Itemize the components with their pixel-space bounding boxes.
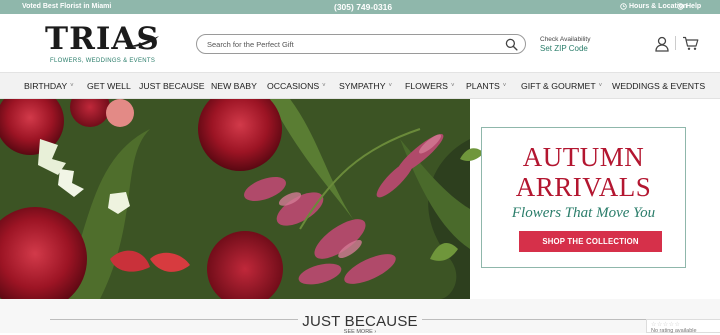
- nav-item-plants[interactable]: PLANTS ˅: [466, 81, 506, 91]
- check-availability-label: Check Availability: [540, 36, 591, 43]
- top-bar: Voted Best Florist in Miami (305) 749-03…: [0, 0, 720, 14]
- nav-label: GIFT & GOURMET: [521, 81, 596, 91]
- nav-label: PLANTS: [466, 81, 500, 91]
- promo-subtitle: Flowers That Move You: [511, 205, 656, 221]
- nav-label: JUST BECAUSE: [139, 81, 205, 91]
- nav-label: FLOWERS: [405, 81, 448, 91]
- logo-swoosh-icon: [127, 36, 159, 47]
- see-more-link[interactable]: SEE MORE ›: [300, 329, 420, 335]
- rating-text: No rating available: [651, 328, 697, 334]
- nav-item-birthday[interactable]: BIRTHDAY ˅: [24, 81, 74, 91]
- chevron-down-icon: ˅: [70, 83, 74, 89]
- nav-item-gift-gourmet[interactable]: GIFT & GOURMET ˅: [521, 81, 602, 91]
- header-divider: [675, 36, 676, 50]
- main-nav: BIRTHDAY ˅ GET WELL JUST BECAUSE NEW BABY…: [0, 73, 720, 99]
- nav-item-occasions[interactable]: OCCASIONS ˅: [267, 81, 326, 91]
- site-logo[interactable]: TRIAS FLOWERS, WEDDINGS & EVENTS: [45, 22, 160, 66]
- help-label: Help: [686, 3, 702, 10]
- nav-label: WEDDINGS & EVENTS: [612, 81, 706, 91]
- rating-stars-icon: ☆☆☆☆☆: [651, 322, 681, 328]
- search-bar: [196, 34, 526, 54]
- section-divider-right: [422, 319, 672, 320]
- cart-icon[interactable]: [682, 36, 699, 51]
- promo-headline-line1: AUTUMN: [522, 142, 645, 172]
- nav-label: SYMPATHY: [339, 81, 386, 91]
- chevron-down-icon: ˅: [598, 83, 603, 89]
- help-link[interactable]: ? Help: [677, 3, 701, 10]
- nav-label: BIRTHDAY: [24, 81, 68, 91]
- nav-label: NEW BABY: [211, 81, 257, 91]
- search-input[interactable]: [207, 37, 497, 51]
- site-header: TRIAS FLOWERS, WEDDINGS & EVENTS Check A…: [0, 14, 720, 73]
- promo-box: AUTUMN ARRIVALS Flowers That Move You SH…: [481, 127, 686, 268]
- section-divider-left: [50, 319, 298, 320]
- promo-headline-line2: ARRIVALS: [515, 172, 652, 202]
- nav-item-weddings-events[interactable]: WEDDINGS & EVENTS: [612, 81, 705, 91]
- nav-item-just-because[interactable]: JUST BECAUSE: [139, 81, 205, 91]
- nav-item-sympathy[interactable]: SYMPATHY ˅: [339, 81, 392, 91]
- chevron-down-icon: ˅: [322, 83, 326, 89]
- nav-label: GET WELL: [87, 81, 131, 91]
- nav-item-get-well[interactable]: GET WELL: [87, 81, 131, 91]
- help-icon: ?: [677, 3, 684, 10]
- shop-collection-button[interactable]: SHOP THE COLLECTION: [519, 231, 662, 252]
- set-zip-link[interactable]: Set ZIP Code: [540, 44, 590, 53]
- svg-text:?: ?: [679, 4, 682, 9]
- rating-widget[interactable]: ☆☆☆☆☆ No rating available: [646, 319, 720, 334]
- chevron-down-icon: ˅: [502, 83, 507, 89]
- zip-availability[interactable]: Check Availability Set ZIP Code: [540, 35, 590, 53]
- hero-banner[interactable]: AUTUMN ARRIVALS Flowers That Move You SH…: [0, 99, 720, 299]
- account-icon[interactable]: [655, 36, 669, 52]
- chevron-down-icon: ˅: [388, 83, 393, 89]
- section-header: JUST BECAUSE SEE MORE ›: [0, 299, 720, 335]
- nav-label: OCCASIONS: [267, 81, 320, 91]
- section-title: JUST BECAUSE: [302, 313, 418, 330]
- chevron-down-icon: ˅: [450, 83, 455, 89]
- search-icon[interactable]: [505, 38, 518, 51]
- phone-link[interactable]: (305) 749-0316: [334, 2, 392, 12]
- logo-tagline: FLOWERS, WEDDINGS & EVENTS: [50, 58, 156, 64]
- voted-best-text: Voted Best Florist in Miami: [22, 3, 112, 10]
- nav-item-flowers[interactable]: FLOWERS ˅: [405, 81, 454, 91]
- clock-icon: [620, 3, 627, 10]
- nav-item-new-baby[interactable]: NEW BABY: [211, 81, 257, 91]
